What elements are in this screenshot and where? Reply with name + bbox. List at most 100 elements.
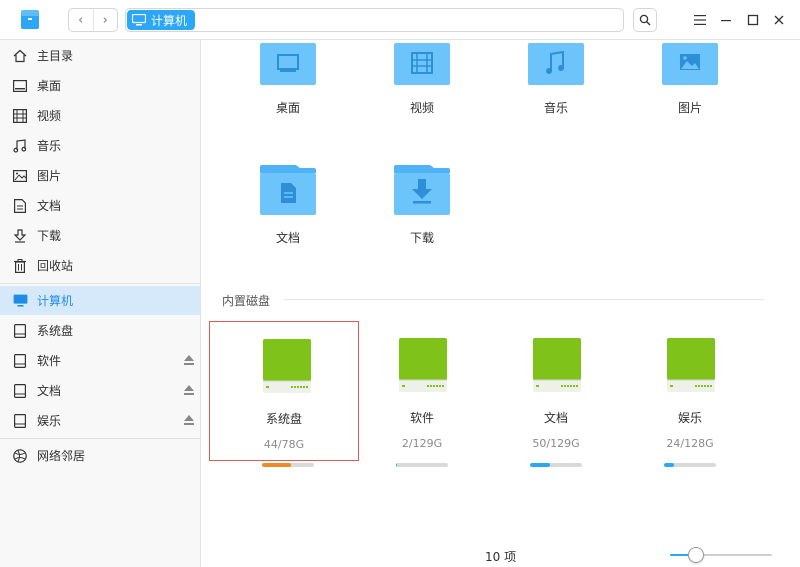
sidebar-item-network[interactable]: 网络邻居 — [0, 441, 200, 470]
sidebar-item-computer[interactable]: 计算机 — [0, 286, 200, 315]
sidebar-item-label: 娱乐 — [37, 414, 62, 428]
zoom-slider[interactable] — [670, 547, 772, 563]
disk-documents[interactable]: 文档 50/129G — [481, 321, 631, 461]
music-icon — [12, 138, 28, 154]
navigation-buttons: ‹ › — [68, 8, 118, 32]
disk-usage-bar — [396, 463, 448, 467]
sidebar-item-pictures[interactable]: 图片 — [0, 161, 200, 190]
search-button[interactable] — [633, 8, 657, 32]
minimize-icon — [721, 20, 731, 22]
desktop-folder-icon — [260, 43, 316, 85]
maximize-button[interactable] — [743, 10, 763, 30]
home-icon — [12, 48, 28, 64]
computer-icon — [12, 293, 28, 309]
sidebar-divider — [0, 283, 200, 284]
item-count-status: 10 项 — [485, 550, 517, 564]
sidebar-item-downloads[interactable]: 下载 — [0, 221, 200, 250]
disk-usage-bar — [262, 463, 314, 467]
sidebar-divider — [0, 438, 200, 439]
search-icon — [639, 14, 651, 26]
disk-name: 文档 — [543, 411, 568, 425]
hamburger-menu-icon — [694, 15, 706, 25]
sidebar-item-label: 视频 — [37, 109, 62, 123]
sidebar: 主目录 桌面 视频 音乐 图片 文档 下载 回收站 计算机 系统盘 软件 文档 … — [0, 40, 201, 567]
address-bar[interactable]: 计算机 — [125, 8, 624, 32]
section-title-internal-disks: 内置磁盘 — [222, 294, 271, 308]
sidebar-item-desktop[interactable]: 桌面 — [0, 71, 200, 100]
computer-icon — [132, 14, 146, 26]
folder-label: 音乐 — [543, 101, 568, 115]
hard-disk-icon — [399, 338, 447, 392]
back-button[interactable]: ‹ — [69, 9, 93, 31]
folder-label: 视频 — [409, 101, 434, 115]
sidebar-item-label: 主目录 — [37, 49, 74, 63]
disk-entertainment[interactable]: 娱乐 24/128G — [615, 321, 765, 461]
sidebar-item-label: 桌面 — [37, 79, 62, 93]
picture-folder-icon — [662, 43, 718, 85]
zoom-slider-handle[interactable] — [687, 547, 704, 563]
sidebar-item-label: 文档 — [37, 199, 62, 213]
disk-usage-fill — [262, 463, 292, 467]
disk-name: 娱乐 — [677, 411, 702, 425]
sidebar-item-label: 计算机 — [37, 294, 74, 308]
download-folder-icon — [394, 165, 450, 215]
disk-size: 50/129G — [532, 437, 580, 450]
picture-icon — [12, 168, 28, 184]
menu-button[interactable] — [690, 10, 710, 30]
sidebar-item-label: 网络邻居 — [37, 449, 86, 463]
sidebar-item-label: 下载 — [37, 229, 62, 243]
forward-button[interactable]: › — [92, 9, 118, 31]
sidebar-item-video[interactable]: 视频 — [0, 101, 200, 130]
sidebar-item-documents[interactable]: 文档 — [0, 191, 200, 220]
music-folder-icon — [528, 43, 584, 85]
sidebar-item-label: 文档 — [37, 384, 62, 398]
close-icon — [774, 15, 784, 25]
title-bar: ‹ › 计算机 — [0, 0, 800, 40]
folder-label: 下载 — [409, 231, 434, 245]
sidebar-item-software-disk[interactable]: 软件 — [0, 346, 200, 375]
disk-usage-fill — [396, 463, 398, 467]
maximize-icon — [747, 14, 759, 26]
section-divider — [284, 299, 764, 300]
disk-usage-bar — [664, 463, 716, 467]
disk-name: 软件 — [409, 411, 434, 425]
disk-icon — [12, 353, 28, 369]
disk-icon — [12, 323, 28, 339]
folder-label: 文档 — [275, 231, 300, 245]
disk-size: 24/128G — [666, 437, 714, 450]
disk-usage-fill — [530, 463, 551, 467]
sidebar-item-documents-disk[interactable]: 文档 — [0, 376, 200, 405]
sidebar-item-system-disk[interactable]: 系统盘 — [0, 316, 200, 345]
hard-disk-icon — [263, 339, 311, 393]
desktop-icon — [12, 78, 28, 94]
disk-system[interactable]: 系统盘 44/78G — [209, 321, 359, 461]
disk-size: 44/78G — [263, 438, 305, 451]
video-folder-icon — [394, 43, 450, 85]
sidebar-item-music[interactable]: 音乐 — [0, 131, 200, 160]
disk-software[interactable]: 软件 2/129G — [347, 321, 497, 461]
disk-usage-bar — [530, 463, 582, 467]
hard-disk-icon — [533, 338, 581, 392]
chevron-right-icon: › — [102, 12, 108, 28]
download-icon — [12, 228, 28, 244]
sidebar-item-home[interactable]: 主目录 — [0, 41, 200, 70]
disk-size: 2/129G — [401, 437, 443, 450]
breadcrumb-computer[interactable]: 计算机 — [127, 10, 196, 30]
file-manager-app-icon — [20, 8, 40, 30]
sidebar-item-trash[interactable]: 回收站 — [0, 251, 200, 280]
minimize-button[interactable] — [716, 10, 736, 30]
sidebar-item-entertainment-disk[interactable]: 娱乐 — [0, 406, 200, 435]
folder-label: 图片 — [677, 101, 702, 115]
close-button[interactable] — [769, 10, 789, 30]
document-icon — [12, 198, 28, 214]
document-folder-icon — [260, 165, 316, 215]
sidebar-item-label: 音乐 — [37, 139, 62, 153]
sidebar-item-label: 图片 — [37, 169, 62, 183]
hard-disk-icon — [667, 338, 715, 392]
disk-name: 系统盘 — [265, 412, 302, 426]
sidebar-item-label: 回收站 — [37, 259, 74, 273]
video-icon — [12, 108, 28, 124]
breadcrumb-label: 计算机 — [151, 13, 188, 28]
main-view: 桌面 视频 音乐 图片 文档 下载 内置磁盘 系统盘 44/78G 软件 2/1… — [202, 41, 800, 567]
disk-icon — [12, 413, 28, 429]
